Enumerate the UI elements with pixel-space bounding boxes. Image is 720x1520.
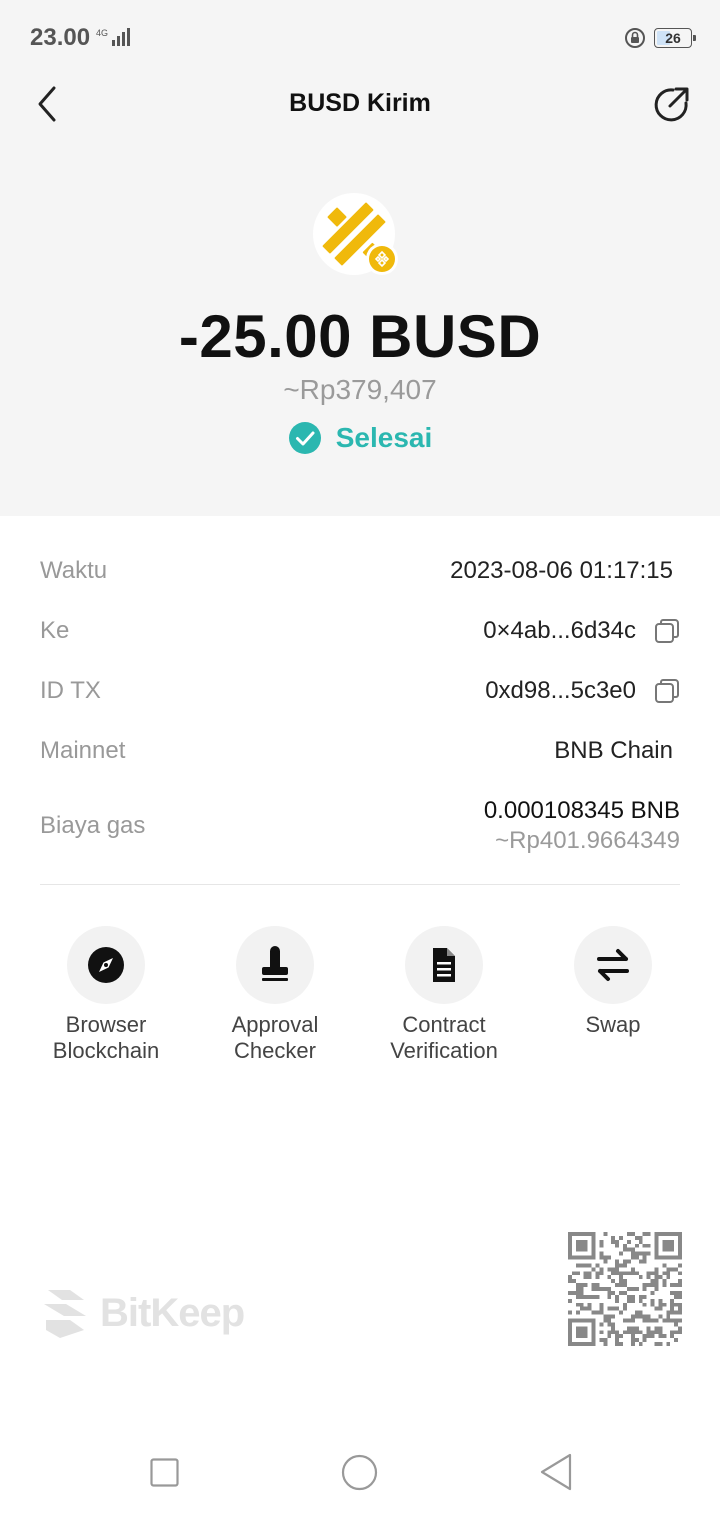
detail-label: ID TX [40, 677, 101, 704]
tool-label: Contract Verification [390, 1012, 498, 1063]
page-title: BUSD Kirim [289, 89, 431, 117]
share-icon[interactable] [652, 84, 692, 124]
detail-row-mainnet: Mainnet BNB Chain [40, 737, 680, 765]
brand-name: BitKeep [100, 1290, 245, 1335]
swap-button[interactable]: Swap [523, 926, 703, 1038]
browser-blockchain-button[interactable]: Browser Blockchain [16, 926, 196, 1064]
check-circle-icon [288, 422, 321, 454]
transaction-amount: -25.00 BUSD [178, 303, 542, 370]
network-type: 4G [96, 28, 109, 38]
recipient-address: 0×4ab...6d34c [483, 617, 636, 644]
divider [40, 884, 680, 885]
qr-code [568, 1232, 682, 1346]
status-icons: 26 [624, 27, 696, 49]
copy-icon[interactable] [654, 678, 680, 704]
mainnet-value: BNB Chain [554, 737, 673, 764]
status-badge: Selesai [0, 421, 720, 455]
bnb-chain-badge-icon [366, 243, 398, 275]
battery-icon: 26 [654, 28, 696, 48]
copy-icon[interactable] [654, 618, 680, 644]
tool-label: Approval Checker [231, 1012, 319, 1063]
rotation-lock-icon [625, 28, 645, 48]
nav-back-icon[interactable] [538, 1452, 574, 1492]
compass-icon [88, 947, 124, 983]
recent-apps-icon[interactable] [150, 1458, 179, 1487]
detail-row-gas: Biaya gas 0.000108345 BNB ~Rp401.9664349 [40, 796, 680, 856]
transaction-id: 0xd98...5c3e0 [485, 677, 636, 704]
tool-label: Browser Blockchain [52, 1012, 160, 1063]
detail-row-to: Ke 0×4ab...6d34c [40, 617, 680, 645]
stamp-icon [262, 946, 288, 981]
document-icon [433, 948, 455, 982]
bitkeep-logo: BitKeep [40, 1286, 245, 1340]
swap-arrows-icon [597, 949, 629, 981]
detail-label: Waktu [40, 557, 108, 584]
contract-verification-button[interactable]: Contract Verification [354, 926, 534, 1064]
status-time: 23.00 [30, 24, 91, 51]
fiat-value: ~Rp379,407 [283, 374, 437, 405]
detail-row-txid: ID TX 0xd98...5c3e0 [40, 677, 680, 705]
tool-label: Swap [585, 1012, 641, 1037]
detail-row-time: Waktu 2023-08-06 01:17:15 [40, 557, 680, 585]
gas-fee-fiat: ~Rp401.9664349 [495, 827, 680, 854]
signal-icon: 4G [96, 28, 131, 46]
detail-value: 2023-08-06 01:17:15 [450, 557, 673, 584]
battery-level: 26 [665, 30, 681, 46]
detail-label: Mainnet [40, 737, 126, 764]
approval-checker-button[interactable]: Approval Checker [185, 926, 365, 1064]
status-text: Selesai [335, 422, 433, 453]
detail-label: Biaya gas [40, 812, 146, 839]
detail-label: Ke [40, 617, 70, 644]
gas-fee-value: 0.000108345 BNB [483, 797, 680, 824]
bitkeep-logo-icon [44, 1290, 86, 1338]
home-icon[interactable] [341, 1454, 378, 1491]
